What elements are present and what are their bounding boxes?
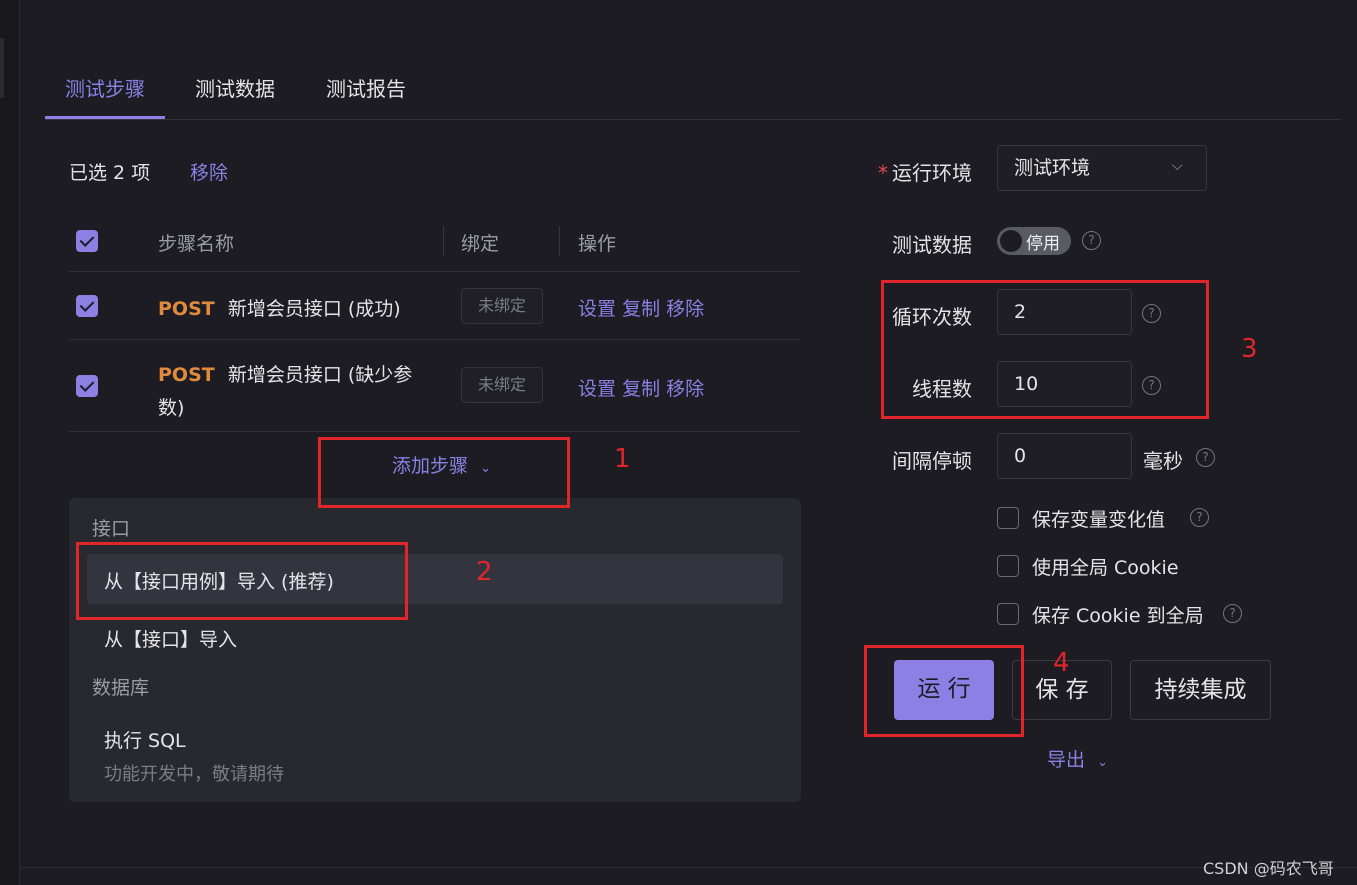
- checkbox[interactable]: [997, 603, 1019, 625]
- watermark: CSDN @码农飞哥: [1203, 859, 1334, 878]
- execute-sql[interactable]: 执行 SQL: [104, 726, 186, 753]
- option-label: 保存变量变化值: [1032, 509, 1166, 531]
- export-button[interactable]: 导出 ⌄: [1047, 745, 1108, 772]
- copy-link[interactable]: 复制: [622, 298, 660, 320]
- tab-bar: 测试步骤 测试数据 测试报告: [45, 60, 1341, 120]
- row-divider: [69, 339, 800, 340]
- step-name-cont: 数): [158, 397, 185, 419]
- interval-unit: 毫秒: [1143, 449, 1183, 473]
- execute-sql-note: 功能开发中，敬请期待: [104, 764, 284, 785]
- help-icon[interactable]: ?: [1196, 448, 1215, 467]
- chevron-down-icon: ⌵: [1172, 158, 1183, 174]
- export-label: 导出: [1047, 749, 1086, 771]
- checkbox[interactable]: [997, 507, 1019, 529]
- bind-status-badge: 未绑定: [461, 288, 543, 324]
- bottom-divider: [20, 867, 1357, 868]
- tab-test-report[interactable]: 测试报告: [326, 73, 406, 119]
- row-actions: 设置 复制 移除: [578, 374, 704, 401]
- step-name: 新增会员接口 (缺少参: [227, 364, 413, 386]
- method-label: POST: [158, 364, 215, 386]
- row-divider: [69, 431, 800, 432]
- step-name: 新增会员接口 (成功): [227, 298, 401, 320]
- annotation-number-4: 4: [1053, 648, 1070, 678]
- annotation-box-4: [864, 645, 1024, 737]
- settings-link[interactable]: 设置: [578, 378, 616, 400]
- annotation-box-3: [881, 280, 1209, 419]
- settings-link[interactable]: 设置: [578, 298, 616, 320]
- selection-count: 已选 2 项: [69, 162, 151, 184]
- header-ops: 操作: [578, 233, 617, 255]
- interval-label: 间隔停顿: [892, 449, 972, 473]
- annotation-number-2: 2: [476, 557, 493, 587]
- row-checkbox[interactable]: [76, 375, 98, 397]
- import-from-api[interactable]: 从【接口】导入: [104, 625, 237, 652]
- remove-link[interactable]: 移除: [666, 378, 704, 400]
- tab-test-steps[interactable]: 测试步骤: [45, 73, 165, 119]
- rail-handle[interactable]: [0, 38, 4, 98]
- option-label: 保存 Cookie 到全局: [1032, 605, 1204, 627]
- select-all-checkbox[interactable]: [76, 230, 98, 252]
- column-separator: [559, 226, 560, 256]
- remove-selected-link[interactable]: 移除: [190, 158, 228, 185]
- table-row: POST 新增会员接口 (成功): [158, 294, 401, 321]
- annotation-box-1: [318, 437, 570, 508]
- method-label: POST: [158, 298, 215, 320]
- option-label: 使用全局 Cookie: [1032, 557, 1179, 579]
- test-data-label: 测试数据: [892, 233, 972, 257]
- column-separator: [443, 226, 444, 256]
- env-label: * 运行环境: [878, 161, 972, 185]
- annotation-box-2: [76, 542, 408, 620]
- copy-link[interactable]: 复制: [622, 378, 660, 400]
- switch-text: 停用: [1026, 234, 1060, 254]
- interval-input[interactable]: 0: [997, 433, 1132, 479]
- switch-knob: [1000, 230, 1022, 252]
- dropdown-group-database: 数据库: [92, 677, 150, 699]
- help-icon[interactable]: ?: [1082, 231, 1101, 250]
- help-icon[interactable]: ?: [1190, 508, 1209, 527]
- row-checkbox[interactable]: [76, 295, 98, 317]
- annotation-number-3: 3: [1241, 334, 1258, 364]
- header-bind: 绑定: [461, 233, 500, 255]
- annotation-number-1: 1: [614, 444, 631, 474]
- required-mark: *: [878, 161, 888, 185]
- table-row: POST 新增会员接口 (缺少参 数): [158, 359, 438, 425]
- ci-button[interactable]: 持续集成: [1130, 660, 1271, 720]
- header-step-name: 步骤名称: [158, 233, 235, 255]
- checkbox[interactable]: [997, 555, 1019, 577]
- tab-test-data[interactable]: 测试数据: [195, 73, 275, 119]
- left-rail: [0, 0, 20, 885]
- test-data-switch[interactable]: 停用: [997, 227, 1071, 255]
- chevron-down-icon: ⌄: [1097, 755, 1108, 770]
- row-actions: 设置 复制 移除: [578, 294, 704, 321]
- bind-status-badge: 未绑定: [461, 367, 543, 403]
- dropdown-group-api: 接口: [92, 518, 131, 540]
- row-divider: [69, 271, 800, 272]
- help-icon[interactable]: ?: [1223, 604, 1242, 623]
- remove-link[interactable]: 移除: [666, 298, 704, 320]
